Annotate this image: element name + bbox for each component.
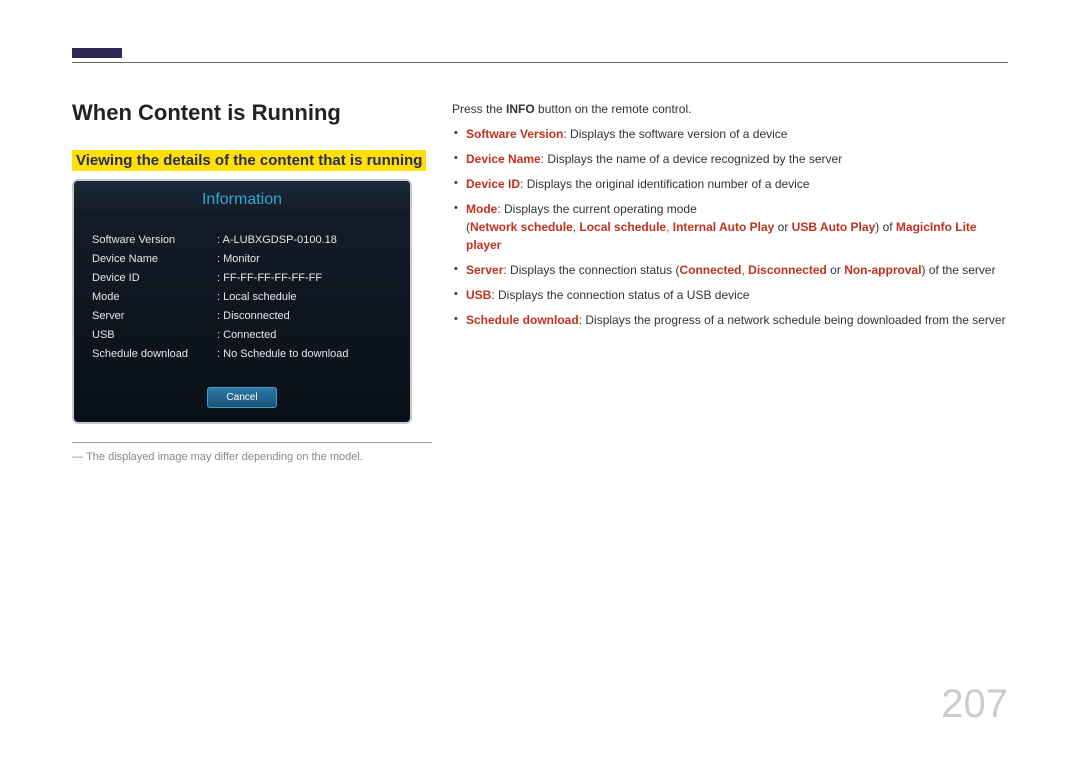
row-value: No Schedule to download: [217, 348, 349, 360]
bullet-schedule-download: Schedule download: Displays the progress…: [452, 311, 1008, 329]
intro-text: Press the INFO button on the remote cont…: [452, 100, 1008, 118]
header-accent-bar: [72, 48, 122, 58]
panel-title: Information: [74, 181, 410, 217]
info-row: ModeLocal schedule: [92, 291, 392, 303]
or: or: [827, 263, 844, 277]
footnote: The displayed image may differ depending…: [72, 451, 432, 463]
row-value: FF-FF-FF-FF-FF-FF: [217, 272, 322, 284]
info-row: USBConnected: [92, 329, 392, 341]
mode-network: Network schedule: [470, 220, 573, 234]
heading-1: When Content is Running: [72, 100, 432, 126]
row-key: Device Name: [92, 253, 217, 265]
intro-pre: Press the: [452, 102, 506, 116]
desc: : Displays the original identification n…: [520, 177, 810, 191]
desc: : Displays the progress of a network sch…: [579, 313, 1006, 327]
info-row: ServerDisconnected: [92, 310, 392, 322]
mode-internal: Internal Auto Play: [673, 220, 775, 234]
info-row: Device NameMonitor: [92, 253, 392, 265]
term: Mode: [466, 202, 497, 216]
bullet-list: Software Version: Displays the software …: [452, 125, 1008, 329]
right-column: Press the INFO button on the remote cont…: [452, 100, 1008, 336]
term: Software Version: [466, 127, 563, 141]
intro-bold: INFO: [506, 102, 535, 116]
row-key: Device ID: [92, 272, 217, 284]
row-key: Server: [92, 310, 217, 322]
row-key: USB: [92, 329, 217, 341]
row-key: Schedule download: [92, 348, 217, 360]
bullet-software-version: Software Version: Displays the software …: [452, 125, 1008, 143]
row-key: Software Version: [92, 234, 217, 246]
mode-usb: USB Auto Play: [792, 220, 876, 234]
row-value: A-LUBXGDSP-0100.18: [217, 234, 337, 246]
pre: : Displays the connection status (: [503, 263, 679, 277]
panel-body: Software VersionA-LUBXGDSP-0100.18 Devic…: [74, 217, 410, 373]
intro-post: button on the remote control.: [535, 102, 692, 116]
desc: : Displays the software version of a dev…: [563, 127, 787, 141]
bullet-server: Server: Displays the connection status (…: [452, 261, 1008, 279]
row-value: Monitor: [217, 253, 260, 265]
desc: : Displays the name of a device recogniz…: [541, 152, 843, 166]
term: Schedule download: [466, 313, 579, 327]
information-panel: Information Software VersionA-LUBXGDSP-0…: [72, 179, 412, 424]
bullet-device-id: Device ID: Displays the original identif…: [452, 175, 1008, 193]
paren-close: ) of: [875, 220, 896, 234]
server-connected: Connected: [679, 263, 741, 277]
desc: : Displays the current operating mode: [497, 202, 696, 216]
panel-footer: Cancel: [74, 387, 410, 408]
mode-local: Local schedule: [579, 220, 666, 234]
post: ) of the server: [922, 263, 996, 277]
info-row: Schedule downloadNo Schedule to download: [92, 348, 392, 360]
bullet-device-name: Device Name: Displays the name of a devi…: [452, 150, 1008, 168]
left-column: When Content is Running Viewing the deta…: [72, 100, 432, 463]
bullet-mode: Mode: Displays the current operating mod…: [452, 200, 1008, 254]
cancel-button[interactable]: Cancel: [207, 387, 276, 408]
info-row: Software VersionA-LUBXGDSP-0100.18: [92, 234, 392, 246]
sep: ,: [666, 220, 673, 234]
server-disconnected: Disconnected: [748, 263, 827, 277]
heading-2: Viewing the details of the content that …: [72, 150, 426, 171]
term: Device ID: [466, 177, 520, 191]
term: USB: [466, 288, 491, 302]
row-value: Connected: [217, 329, 276, 341]
desc: : Displays the connection status of a US…: [491, 288, 749, 302]
info-row: Device IDFF-FF-FF-FF-FF-FF: [92, 272, 392, 284]
bullet-usb: USB: Displays the connection status of a…: [452, 286, 1008, 304]
page-number: 207: [941, 682, 1008, 727]
left-divider: [72, 442, 432, 443]
server-nonapproval: Non-approval: [844, 263, 921, 277]
row-value: Local schedule: [217, 291, 297, 303]
row-key: Mode: [92, 291, 217, 303]
term: Server: [466, 263, 503, 277]
or: or: [774, 220, 791, 234]
term: Device Name: [466, 152, 541, 166]
row-value: Disconnected: [217, 310, 290, 322]
header-rule: [72, 62, 1008, 63]
